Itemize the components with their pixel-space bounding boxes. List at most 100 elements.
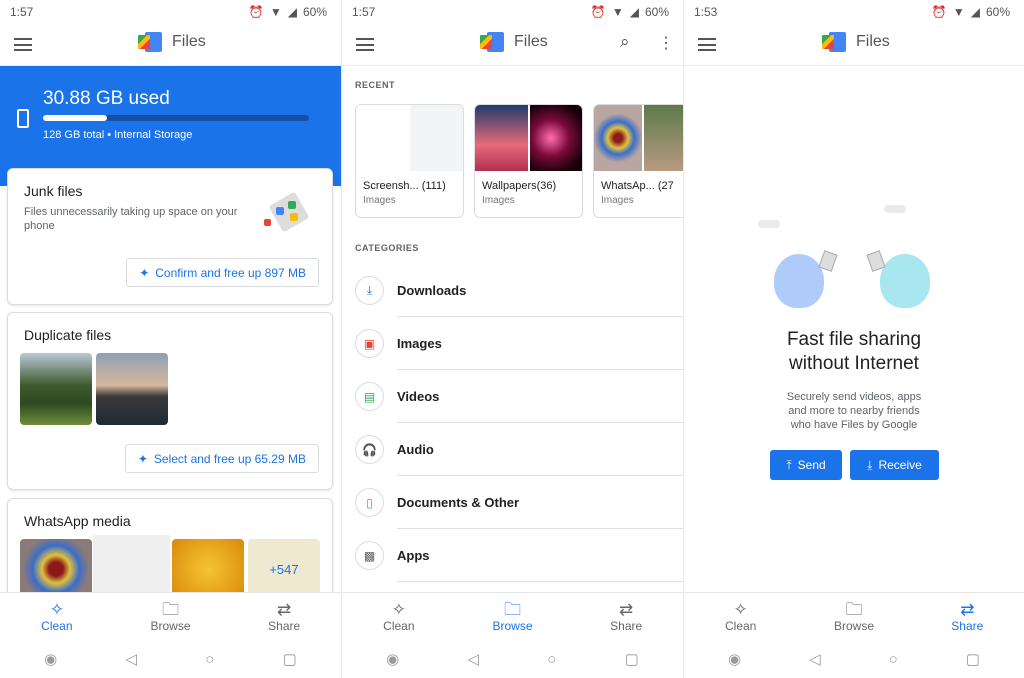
recents-icon[interactable]: ▢ [283,650,297,668]
menu-icon[interactable] [698,38,716,51]
nav-clean[interactable]: ✧ Clean [0,593,114,640]
junk-description: Files unnecessarily taking up space on y… [24,206,238,232]
broom-illustration-icon [264,191,314,233]
browse-screen: 1:57 ⏰ ▼ ◢ 60% Files ⌕ ⋮ RECENT Screensh...… [342,0,683,678]
share-screen: 1:53 ⏰ ▼ ◢ 60% Files Fast file sharing witho… [684,0,1024,678]
recent-card[interactable]: WhatsAp... (27 Images [593,104,683,218]
system-nav: ◉ ◁ ○ ▢ [342,640,683,678]
android-icon: ▩ [355,541,384,570]
whatsapp-title: WhatsApp media [24,513,131,529]
nav-browse[interactable]: 🗀 Browse [114,593,228,640]
whatsapp-thumbnail[interactable] [20,539,92,599]
home-icon[interactable]: ○ [889,651,898,668]
category-label: Downloads [397,283,467,298]
status-time: 1:57 [352,5,376,19]
battery-level: 60% [302,5,327,19]
share-title: Fast file sharing without Internet [786,329,922,374]
receive-button[interactable]: ⤓ Receive [850,450,939,480]
status-bar: 1:53 ⏰ ▼ ◢ 60% [684,0,1024,24]
storage-progress-bar [43,115,309,121]
duplicate-thumbnail[interactable] [20,353,92,425]
whatsapp-thumbnail[interactable] [172,539,244,599]
battery-level: 60% [985,5,1010,19]
battery-level: 60% [644,5,669,19]
recents-icon[interactable]: ▢ [966,650,980,668]
status-bar: 1:57 ⏰ ▼ ◢ 60% [0,0,341,24]
search-icon[interactable]: ⌕ [620,32,630,52]
app-title: Files [514,33,548,50]
clean-screen: 1:57 ⏰ ▼ ◢ 60% Files 30.88 GB used 128 GB t… [0,0,341,678]
app-bar: Files [0,24,341,66]
duplicates-title: Duplicate files [24,327,112,343]
folder-search-icon: 🗀 [504,600,521,619]
category-label: Audio [397,442,434,457]
sparkle-icon: ✧ [391,600,406,619]
wifi-icon: ▼ [952,5,965,19]
files-logo-icon [138,32,162,52]
files-logo-icon [480,32,504,52]
bottom-nav: ✧ Clean 🗀 Browse ⇄ Share [0,592,341,640]
back-icon[interactable]: ◁ [467,650,479,668]
home-icon[interactable]: ○ [547,651,556,668]
category-audio[interactable]: 🎧 Audio [342,423,683,476]
nav-share[interactable]: ⇄ Share [911,593,1024,640]
recent-card[interactable]: Wallpapers(36) Images [474,104,583,218]
whatsapp-more-thumbnail[interactable]: +547 [248,539,320,599]
nav-clean[interactable]: ✧ Clean [684,593,797,640]
headphones-icon: 🎧 [355,435,384,464]
menu-icon[interactable] [14,38,32,51]
swap-icon: ⇄ [619,600,634,619]
category-label: Images [397,336,442,351]
bottom-nav: ✧ Clean 🗀 Browse ⇄ Share [342,592,683,640]
category-videos[interactable]: ▤ Videos [342,370,683,423]
send-button[interactable]: ⤒ Send [770,450,842,480]
nav-browse[interactable]: 🗀 Browse [797,593,910,640]
swap-icon: ⇄ [277,600,292,619]
recent-card[interactable]: Screensh... (111) Images [355,104,464,218]
document-icon: ▯ [355,488,384,517]
category-downloads[interactable]: ⤓ Downloads [342,264,683,317]
sparkle-icon: ✧ [49,600,64,619]
sparkle-icon: ✧ [733,600,748,619]
recents-icon[interactable]: ▢ [625,650,639,668]
home-icon[interactable]: ○ [205,651,214,668]
assistant-icon[interactable]: ◉ [728,650,741,668]
files-logo-icon [822,32,846,52]
category-images[interactable]: ▣ Images [342,317,683,370]
confirm-free-up-button[interactable]: ✦ Confirm and free up 897 MB [126,258,319,287]
phone-icon [17,109,29,128]
folder-search-icon: 🗀 [162,600,179,619]
category-apps[interactable]: ▩ Apps [342,529,683,582]
select-free-up-button[interactable]: ✦ Select and free up 65.29 MB [124,444,319,473]
nav-clean[interactable]: ✧ Clean [342,593,456,640]
back-icon[interactable]: ◁ [809,650,821,668]
share-description: Securely send videos, apps and more to ne… [786,391,922,431]
junk-files-card: Junk files Files unnecessarily taking up… [7,168,333,305]
assistant-icon[interactable]: ◉ [386,650,399,668]
nav-share[interactable]: ⇄ Share [227,593,341,640]
status-bar: 1:57 ⏰ ▼ ◢ 60% [342,0,683,24]
nav-share[interactable]: ⇄ Share [569,593,683,640]
menu-icon[interactable] [356,38,374,51]
category-label: Documents & Other [397,495,520,510]
alarm-icon: ⏰ [931,5,947,19]
wifi-icon: ▼ [611,5,624,19]
more-options-icon[interactable]: ⋮ [658,33,674,53]
swap-icon: ⇄ [960,600,975,619]
whatsapp-thumbnail[interactable] [93,535,170,599]
bottom-nav: ✧ Clean 🗀 Browse ⇄ Share [684,592,1024,640]
duplicate-thumbnail[interactable] [96,353,168,425]
assistant-icon[interactable]: ◉ [44,650,57,668]
system-nav: ◉ ◁ ○ ▢ [684,640,1024,678]
upload-icon: ⤒ [786,457,792,472]
alarm-icon: ⏰ [590,5,606,19]
categories-header: CATEGORIES [355,243,419,253]
sparkle-icon: ✦ [139,265,150,280]
status-time: 1:53 [694,5,718,19]
category-documents[interactable]: ▯ Documents & Other [342,476,683,529]
back-icon[interactable]: ◁ [125,650,137,668]
image-icon: ▣ [355,329,384,358]
storage-detail: 128 GB total • Internal Storage [43,129,193,141]
signal-icon: ◢ [629,5,639,19]
nav-browse[interactable]: 🗀 Browse [456,593,570,640]
